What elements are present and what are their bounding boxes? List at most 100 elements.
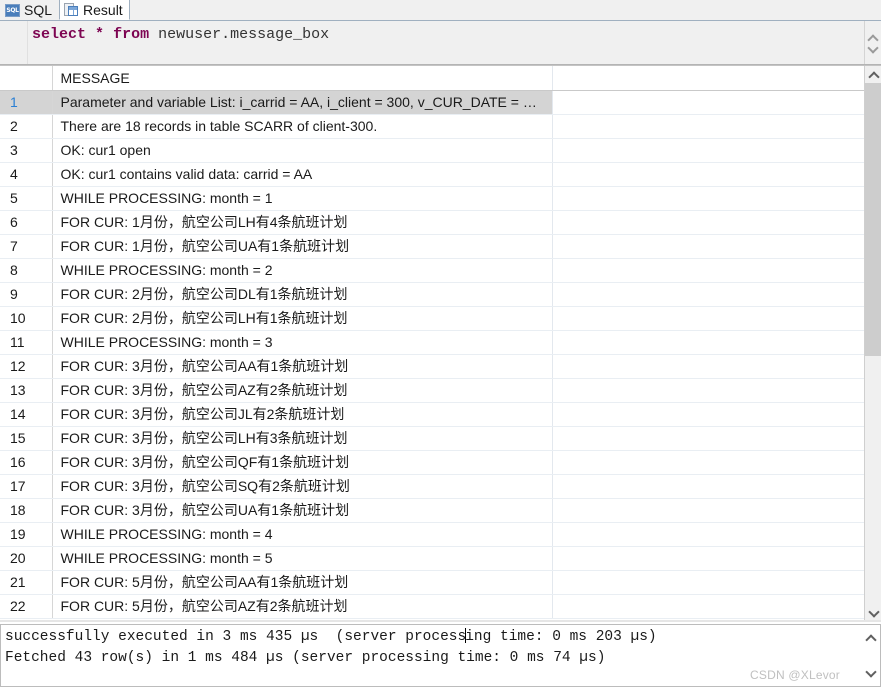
table-row[interactable]: 19 WHILE PROCESSING: month = 4 <box>0 522 864 547</box>
filler-cell <box>552 450 864 475</box>
scroll-arrow-down-icon[interactable] <box>865 603 881 620</box>
table-row[interactable]: 16 FOR CUR: 3月份，航空公司QF有1条航班计划 <box>0 450 864 475</box>
tab-sql[interactable]: SQL <box>0 0 60 20</box>
row-number-cell[interactable]: 4 <box>0 162 53 187</box>
message-cell[interactable]: FOR CUR: 3月份，航空公司JL有2条航班计划 <box>52 402 553 427</box>
filler-cell <box>552 162 864 187</box>
table-row[interactable]: 21 FOR CUR: 5月份，航空公司AA有1条航班计划 <box>0 570 864 595</box>
row-number-cell[interactable]: 21 <box>0 570 53 595</box>
output-scroll-arrow-down-icon[interactable] <box>862 663 879 680</box>
message-cell[interactable]: FOR CUR: 3月份，航空公司LH有3条航班计划 <box>52 426 553 451</box>
sql-statement-line: select * from newuser.message_box <box>32 25 881 44</box>
message-cell[interactable]: FOR CUR: 2月份，航空公司LH有1条航班计划 <box>52 306 553 331</box>
message-cell[interactable]: OK: cur1 open <box>52 138 553 163</box>
filler-cell <box>552 402 864 427</box>
row-number-cell[interactable]: 17 <box>0 474 53 499</box>
row-number-cell[interactable]: 20 <box>0 546 53 571</box>
table-row[interactable]: 11 WHILE PROCESSING: month = 3 <box>0 330 864 355</box>
filler-cell <box>552 186 864 211</box>
message-cell[interactable]: WHILE PROCESSING: month = 1 <box>52 186 553 211</box>
table-row[interactable]: 2 There are 18 records in table SCARR of … <box>0 114 864 139</box>
row-number-cell[interactable]: 8 <box>0 258 53 283</box>
table-row[interactable]: 3 OK: cur1 open <box>0 138 864 163</box>
result-grid-vertical-scrollbar[interactable] <box>864 66 881 620</box>
result-table: MESSAGE 1 Parameter and variable List: i_… <box>0 66 864 619</box>
row-number-cell[interactable]: 18 <box>0 498 53 523</box>
message-cell[interactable]: FOR CUR: 3月份，航空公司AA有1条航班计划 <box>52 354 553 379</box>
table-row[interactable]: 7 FOR CUR: 1月份，航空公司UA有1条航班计划 <box>0 234 864 259</box>
row-number-cell[interactable]: 2 <box>0 114 53 139</box>
output-scroll-arrow-up-icon[interactable] <box>862 629 879 646</box>
row-number-cell[interactable]: 12 <box>0 354 53 379</box>
row-number-cell[interactable]: 11 <box>0 330 53 355</box>
editor-gutter <box>0 21 28 64</box>
watermark-label: CSDN @XLevor <box>750 668 840 682</box>
filler-cell <box>552 138 864 163</box>
message-cell[interactable]: FOR CUR: 2月份，航空公司DL有1条航班计划 <box>52 282 553 307</box>
message-cell[interactable]: FOR CUR: 3月份，航空公司UA有1条航班计划 <box>52 498 553 523</box>
message-cell[interactable]: FOR CUR: 1月份，航空公司LH有4条航班计划 <box>52 210 553 235</box>
scrollbar-thumb[interactable] <box>865 83 881 356</box>
sql-editor[interactable]: select * from newuser.message_box <box>0 21 881 65</box>
message-cell[interactable]: There are 18 records in table SCARR of c… <box>52 114 553 139</box>
table-row[interactable]: 22 FOR CUR: 5月份，航空公司AZ有2条航班计划 <box>0 594 864 619</box>
output-line-2: Fetched 43 row(s) in 1 ms 484 µs (server… <box>5 650 606 666</box>
tab-result[interactable]: Result <box>59 0 130 20</box>
table-row[interactable]: 6 FOR CUR: 1月份，航空公司LH有4条航班计划 <box>0 210 864 235</box>
row-number-cell[interactable]: 1 <box>0 90 53 115</box>
filler-cell <box>552 426 864 451</box>
filler-cell <box>552 594 864 619</box>
message-cell[interactable]: WHILE PROCESSING: month = 4 <box>52 522 553 547</box>
table-row[interactable]: 5 WHILE PROCESSING: month = 1 <box>0 186 864 211</box>
row-number-cell[interactable]: 16 <box>0 450 53 475</box>
output-vertical-scrollbar[interactable] <box>862 624 881 687</box>
result-grid: MESSAGE 1 Parameter and variable List: i_… <box>0 65 881 620</box>
sql-badge-icon <box>5 3 20 17</box>
filler-cell <box>552 498 864 523</box>
message-cell[interactable]: FOR CUR: 3月份，航空公司SQ有2条航班计划 <box>52 474 553 499</box>
row-number-cell[interactable]: 19 <box>0 522 53 547</box>
chevron-down-icon[interactable] <box>869 45 878 51</box>
table-row[interactable]: 13 FOR CUR: 3月份，航空公司AZ有2条航班计划 <box>0 378 864 403</box>
editor-scroll-controls[interactable] <box>864 21 881 64</box>
message-cell[interactable]: WHILE PROCESSING: month = 5 <box>52 546 553 571</box>
row-number-cell[interactable]: 13 <box>0 378 53 403</box>
table-row[interactable]: 4 OK: cur1 contains valid data: carrid = … <box>0 162 864 187</box>
row-number-cell[interactable]: 15 <box>0 426 53 451</box>
table-row[interactable]: 14 FOR CUR: 3月份，航空公司JL有2条航班计划 <box>0 402 864 427</box>
table-row[interactable]: 20 WHILE PROCESSING: month = 5 <box>0 546 864 571</box>
message-cell[interactable]: Parameter and variable List: i_carrid = … <box>52 90 553 115</box>
table-row[interactable]: 12 FOR CUR: 3月份，航空公司AA有1条航班计划 <box>0 354 864 379</box>
column-header-rownum[interactable] <box>0 66 53 91</box>
table-row[interactable]: 10 FOR CUR: 2月份，航空公司LH有1条航班计划 <box>0 306 864 331</box>
message-cell[interactable]: WHILE PROCESSING: month = 3 <box>52 330 553 355</box>
row-number-cell[interactable]: 5 <box>0 186 53 211</box>
row-number-cell[interactable]: 14 <box>0 402 53 427</box>
row-number-cell[interactable]: 22 <box>0 594 53 619</box>
row-number-cell[interactable]: 10 <box>0 306 53 331</box>
table-row[interactable]: 18 FOR CUR: 3月份，航空公司UA有1条航班计划 <box>0 498 864 523</box>
filler-cell <box>552 234 864 259</box>
output-text-area[interactable]: successfully executed in 3 ms 435 µs (se… <box>0 624 862 687</box>
row-number-cell[interactable]: 9 <box>0 282 53 307</box>
message-cell[interactable]: FOR CUR: 1月份，航空公司UA有1条航班计划 <box>52 234 553 259</box>
row-number-cell[interactable]: 7 <box>0 234 53 259</box>
table-row[interactable]: 8 WHILE PROCESSING: month = 2 <box>0 258 864 283</box>
message-cell[interactable]: FOR CUR: 3月份，航空公司QF有1条航班计划 <box>52 450 553 475</box>
message-cell[interactable]: WHILE PROCESSING: month = 2 <box>52 258 553 283</box>
row-number-cell[interactable]: 3 <box>0 138 53 163</box>
message-cell[interactable]: FOR CUR: 5月份，航空公司AA有1条航班计划 <box>52 570 553 595</box>
table-header-row: MESSAGE <box>0 66 864 91</box>
message-cell[interactable]: OK: cur1 contains valid data: carrid = A… <box>52 162 553 187</box>
editor-body[interactable]: select * from newuser.message_box <box>28 21 881 64</box>
chevron-up-icon[interactable] <box>869 35 878 41</box>
table-row[interactable]: 15 FOR CUR: 3月份，航空公司LH有3条航班计划 <box>0 426 864 451</box>
message-cell[interactable]: FOR CUR: 5月份，航空公司AZ有2条航班计划 <box>52 594 553 619</box>
table-row[interactable]: 1 Parameter and variable List: i_carrid =… <box>0 90 864 115</box>
column-header-message[interactable]: MESSAGE <box>52 66 553 91</box>
message-cell[interactable]: FOR CUR: 3月份，航空公司AZ有2条航班计划 <box>52 378 553 403</box>
table-row[interactable]: 9 FOR CUR: 2月份，航空公司DL有1条航班计划 <box>0 282 864 307</box>
table-row[interactable]: 17 FOR CUR: 3月份，航空公司SQ有2条航班计划 <box>0 474 864 499</box>
scroll-arrow-up-icon[interactable] <box>865 66 881 83</box>
row-number-cell[interactable]: 6 <box>0 210 53 235</box>
